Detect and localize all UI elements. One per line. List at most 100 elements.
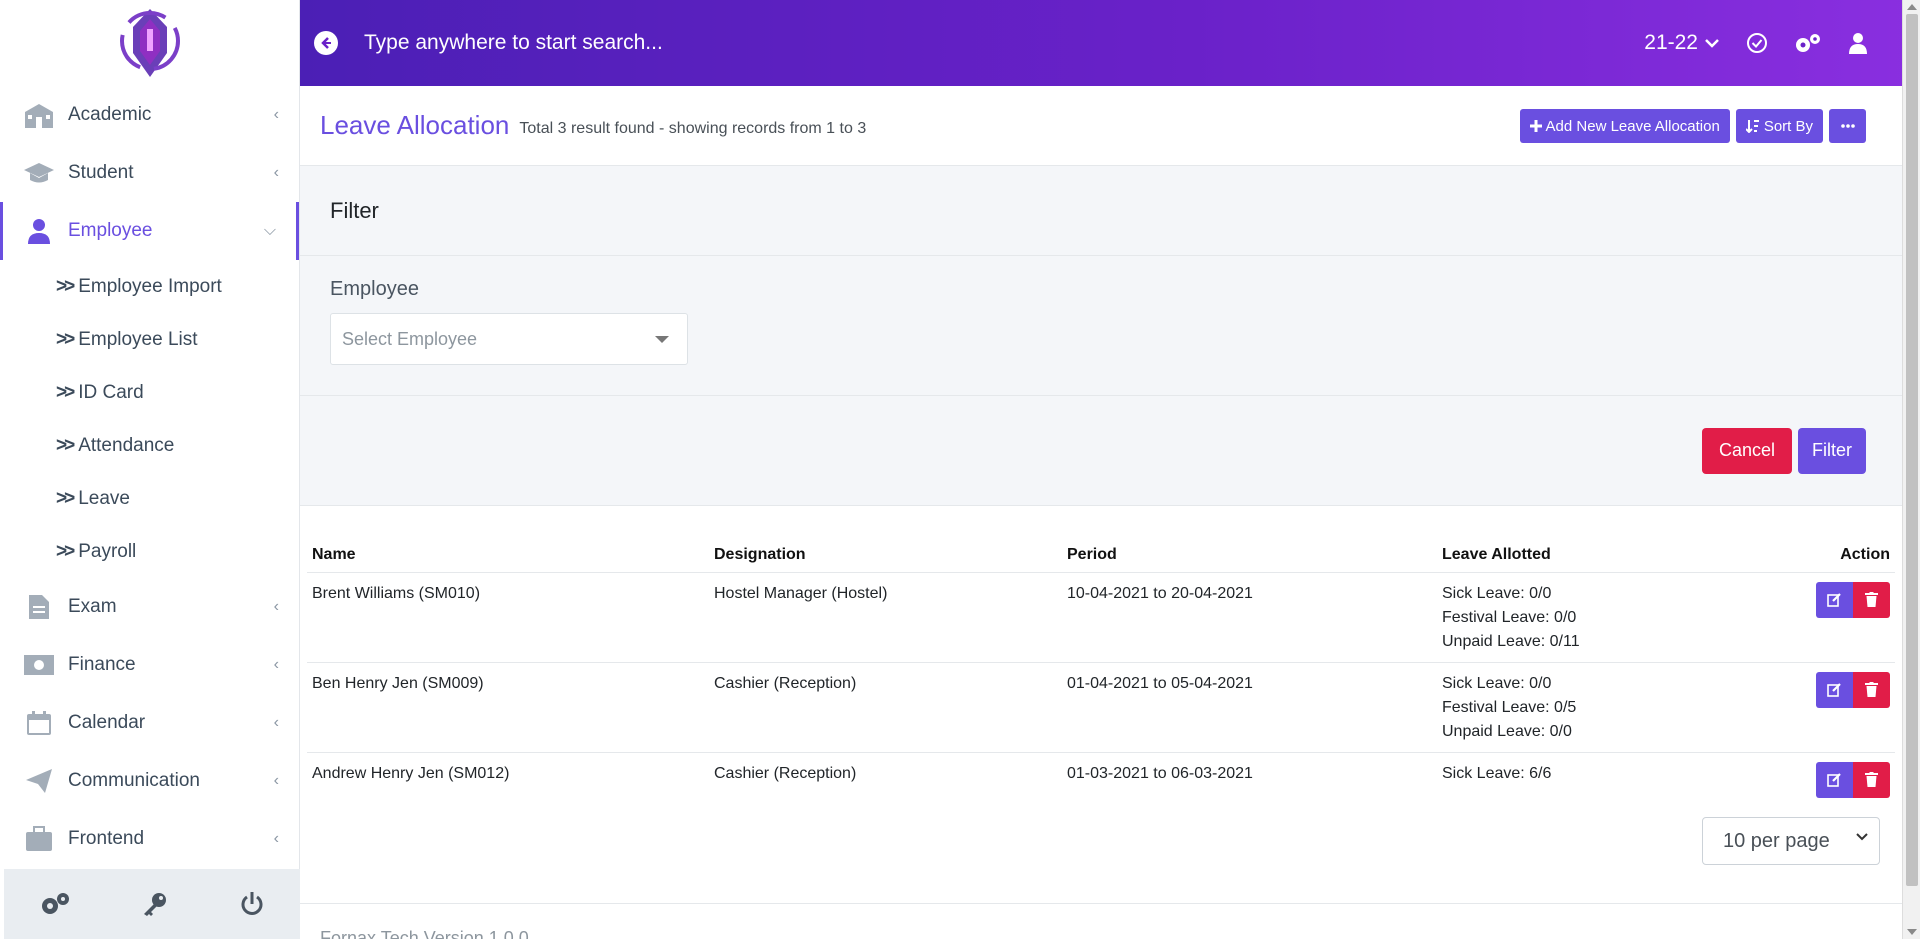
sidebar-subitem-label: Employee Import — [78, 275, 222, 297]
table-header-row: Name Designation Period Leave Allotted A… — [307, 540, 1895, 573]
sidebar-item-employee[interactable]: Employee ⌵ — [0, 202, 299, 260]
scroll-up-icon[interactable] — [1907, 4, 1917, 10]
logo[interactable] — [0, 0, 299, 86]
column-header-leave-allotted[interactable]: Leave Allotted — [1437, 540, 1737, 573]
sidebar-subitem-label: Attendance — [78, 434, 175, 456]
money-bill-icon — [22, 650, 56, 680]
session-year-dropdown[interactable]: 21-22 — [1644, 31, 1720, 55]
chevron-left-icon: ‹ — [273, 106, 279, 123]
column-header-designation[interactable]: Designation — [709, 540, 1062, 573]
page-subtitle: Total 3 result found - showing records f… — [519, 119, 867, 137]
sidebar-item-label: Exam — [68, 596, 117, 617]
caret-down-icon — [655, 336, 669, 343]
cell-leave-allotted: Sick Leave: 0/0 Festival Leave: 0/0 Unpa… — [1437, 572, 1737, 663]
per-page-select[interactable]: 10 per page — [1702, 817, 1880, 865]
sidebar-item-academic[interactable]: Academic ‹ — [0, 86, 299, 144]
sidebar-subitem-employee-import[interactable]: >> Employee Import — [0, 260, 299, 313]
leave-line: Sick Leave: 0/0 — [1442, 674, 1552, 692]
leave-line: Unpaid Leave: 0/0 — [1442, 722, 1572, 740]
table-row: Andrew Henry Jen (SM012) Cashier (Recept… — [307, 752, 1895, 806]
leave-allocation-table: Name Designation Period Leave Allotted A… — [307, 540, 1895, 806]
suitcase-icon — [22, 824, 56, 854]
graduation-cap-icon — [22, 158, 56, 188]
delete-button[interactable] — [1853, 671, 1890, 708]
sort-by-button[interactable]: Sort By — [1735, 109, 1823, 143]
employee-select-placeholder: Select Employee — [342, 328, 478, 349]
chevron-left-icon: ‹ — [273, 714, 279, 731]
calendar-icon — [22, 708, 56, 738]
column-header-period[interactable]: Period — [1062, 540, 1437, 573]
sidebar-subitem-payroll[interactable]: >> Payroll — [0, 525, 299, 578]
column-header-action: Action — [1737, 540, 1895, 573]
leave-line: Festival Leave: 0/0 — [1442, 608, 1577, 626]
double-chevron-icon: >> — [56, 381, 75, 403]
sidebar-item-frontend[interactable]: Frontend ‹ — [0, 810, 299, 868]
cancel-button[interactable]: Cancel — [1701, 427, 1792, 474]
chevron-left-icon: ‹ — [273, 164, 279, 181]
cell-name: Andrew Henry Jen (SM012) — [312, 764, 510, 782]
column-header-name[interactable]: Name — [307, 540, 709, 573]
employee-submenu: >> Employee Import >> Employee List >> ID C… — [0, 260, 299, 578]
sidebar-subitem-label: ID Card — [78, 381, 144, 403]
add-leave-allocation-button[interactable]: Add New Leave Allocation — [1519, 109, 1730, 143]
edit-button[interactable] — [1816, 671, 1853, 708]
sidebar-item-label: Communication — [68, 770, 200, 791]
trash-icon — [1865, 592, 1878, 607]
sidebar-item-finance[interactable]: Finance ‹ — [0, 636, 299, 694]
sidebar: Academic ‹ Student ‹ Employee ⌵ >> Employ… — [0, 0, 300, 939]
chevron-down-icon — [1705, 39, 1719, 48]
double-chevron-icon: >> — [56, 275, 75, 297]
settings-gears-icon[interactable] — [1794, 32, 1822, 54]
employee-select[interactable]: Select Employee — [330, 313, 688, 365]
sidebar-item-label: Academic — [68, 104, 152, 125]
more-options-button[interactable] — [1829, 109, 1866, 143]
vertical-scrollbar[interactable] — [1902, 0, 1920, 939]
sidebar-subitem-attendance[interactable]: >> Attendance — [0, 419, 299, 472]
settings-gears-icon[interactable] — [39, 891, 71, 917]
sidebar-item-exam[interactable]: Exam ‹ — [0, 578, 299, 636]
sidebar-subitem-label: Payroll — [78, 540, 137, 562]
power-icon[interactable] — [239, 891, 265, 917]
cell-name: Ben Henry Jen (SM009) — [307, 662, 709, 753]
sidebar-item-communication[interactable]: Communication ‹ — [0, 752, 299, 810]
cell-action — [1737, 662, 1895, 753]
filter-button[interactable]: Filter — [1798, 427, 1866, 474]
leave-line: Sick Leave: 0/0 — [1442, 584, 1552, 602]
sidebar-subitem-employee-list[interactable]: >> Employee List — [0, 313, 299, 366]
scrollbar-thumb[interactable] — [1906, 14, 1918, 886]
back-arrow-icon[interactable] — [314, 31, 338, 55]
check-circle-icon[interactable] — [1746, 32, 1768, 54]
sidebar-item-student[interactable]: Student ‹ — [0, 144, 299, 202]
document-icon — [22, 592, 56, 622]
double-chevron-icon: >> — [56, 487, 75, 509]
sidebar-subitem-leave[interactable]: >> Leave — [0, 472, 299, 525]
sidebar-item-label: Student — [68, 162, 134, 183]
page-title: Leave Allocation — [320, 110, 510, 140]
chevron-left-icon: ‹ — [273, 830, 279, 847]
sidebar-footer — [4, 869, 300, 939]
trash-icon — [1865, 772, 1878, 787]
chevron-down-icon: ⌵ — [263, 222, 276, 239]
sidebar-item-calendar[interactable]: Calendar ‹ — [0, 694, 299, 752]
edit-button[interactable] — [1816, 761, 1853, 798]
key-icon[interactable] — [142, 891, 168, 917]
cell-leave-allotted: Sick Leave: 0/0 Festival Leave: 0/5 Unpa… — [1437, 662, 1737, 753]
edit-icon — [1827, 593, 1841, 607]
main-content: Leave Allocation Total 3 result found - … — [300, 86, 1902, 939]
sidebar-subitem-label: Leave — [78, 487, 130, 509]
plus-icon — [1529, 120, 1542, 132]
edit-button[interactable] — [1816, 581, 1853, 618]
sidebar-item-label: Finance — [68, 654, 136, 675]
filter-title: Filter — [300, 166, 1902, 256]
delete-button[interactable] — [1853, 761, 1890, 798]
search-input[interactable] — [364, 31, 1264, 55]
user-icon[interactable] — [1848, 32, 1868, 54]
cell-designation: Cashier (Reception) — [709, 662, 1062, 753]
sidebar-subitem-id-card[interactable]: >> ID Card — [0, 366, 299, 419]
sidebar-item-label: Frontend — [68, 828, 145, 849]
cell-action — [1737, 572, 1895, 663]
cell-leave-allotted: Sick Leave: 6/6 — [1437, 752, 1737, 806]
scroll-down-icon[interactable] — [1907, 929, 1917, 935]
delete-button[interactable] — [1853, 581, 1890, 618]
chevron-left-icon: ‹ — [273, 772, 279, 789]
